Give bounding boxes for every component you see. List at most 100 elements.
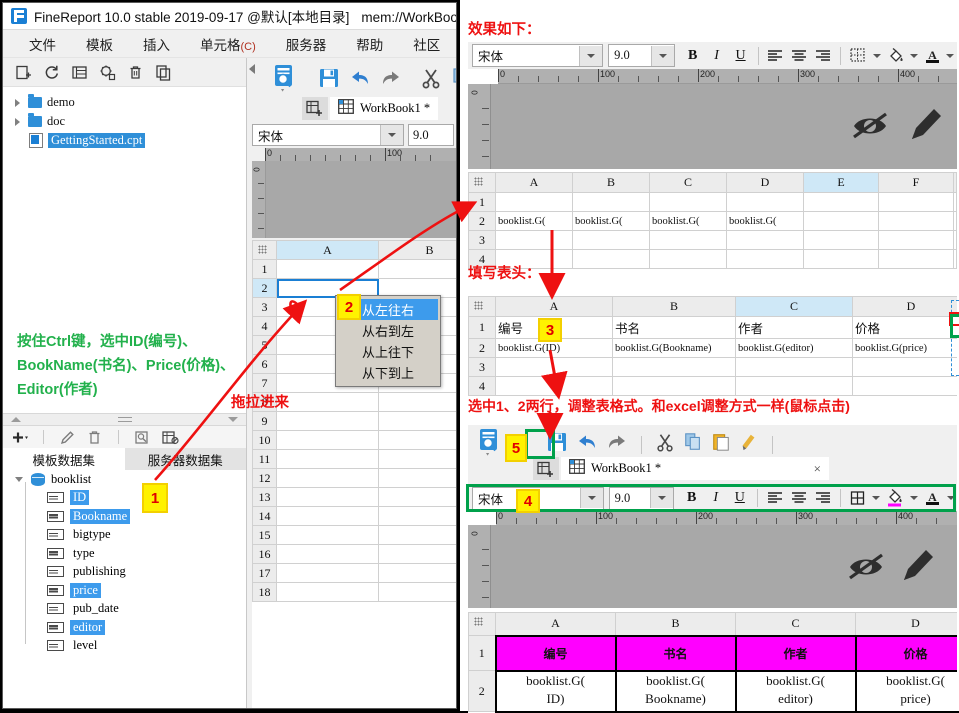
table-row[interactable]: 12 — [252, 468, 456, 488]
save-icon[interactable] — [546, 431, 568, 458]
row-header[interactable]: 5 — [252, 335, 277, 355]
table-row[interactable]: 14 — [252, 506, 456, 526]
cell[interactable] — [378, 259, 456, 279]
cell[interactable]: booklist.G( ID) — [494, 669, 617, 713]
cell[interactable]: booklist.G(editor) — [735, 338, 853, 358]
font-size-select[interactable]: 9.0 — [608, 486, 674, 510]
menu-item-template[interactable]: 模板 — [86, 34, 113, 54]
cell[interactable] — [276, 487, 379, 507]
row-header[interactable]: 1 — [252, 259, 277, 279]
cell[interactable]: booklist.G( — [572, 211, 650, 231]
chevron-down-icon[interactable] — [15, 474, 25, 484]
menu-item-server[interactable]: 服务器 — [286, 34, 327, 54]
cell[interactable] — [572, 192, 650, 212]
table-row[interactable]: 13 — [252, 487, 456, 507]
column-header-b[interactable]: B — [378, 240, 456, 260]
collapse-left-icon[interactable] — [249, 64, 258, 74]
paste-icon[interactable] — [711, 431, 731, 458]
cell-header-magenta[interactable]: 作者 — [734, 634, 857, 672]
table-row[interactable]: 9 — [252, 411, 456, 431]
row-header[interactable]: 2 — [468, 338, 496, 358]
chevron-down-icon[interactable] — [649, 488, 673, 508]
row-header[interactable]: 6 — [252, 354, 277, 374]
bold-button[interactable]: B — [681, 45, 705, 67]
chevron-down-icon[interactable] — [380, 125, 403, 145]
cell[interactable] — [378, 430, 456, 450]
cell[interactable] — [276, 525, 379, 545]
cell[interactable] — [276, 468, 379, 488]
cell[interactable]: booklist.G( editor) — [734, 669, 857, 713]
new-sheet-icon[interactable] — [302, 96, 328, 120]
dataset-field-editor[interactable]: editor — [3, 618, 246, 637]
table-row[interactable]: 1 — [468, 192, 957, 212]
select-all-corner[interactable] — [468, 296, 496, 317]
cell[interactable]: booklist.G( price) — [854, 669, 957, 713]
cell[interactable] — [803, 192, 879, 212]
chevron-down-icon[interactable] — [650, 45, 674, 66]
cell[interactable]: booklist.G(Bookname) — [612, 338, 736, 358]
table-row[interactable]: 18 — [252, 582, 456, 602]
file-tree-item-demo[interactable]: demo — [3, 93, 246, 112]
column-header-c[interactable]: C — [735, 296, 853, 317]
delete-icon[interactable] — [127, 64, 144, 81]
row-header[interactable]: 2 — [468, 211, 496, 231]
settings-icon[interactable] — [99, 64, 116, 81]
spreadsheet-grid-2[interactable]: A B C D 1 编号 书名 作者 价格 2 booklist.G(ID) b… — [468, 296, 957, 396]
font-size-select[interactable]: 9.0 — [408, 124, 454, 146]
column-header-a[interactable]: A — [495, 172, 573, 193]
table-row[interactable]: 11 — [252, 449, 456, 469]
cell[interactable] — [572, 230, 650, 250]
cell[interactable]: 作者 — [735, 316, 853, 339]
table-row[interactable]: 2 booklist.G( ID) booklist.G( Bookname) … — [468, 669, 957, 713]
font-color-icon[interactable]: A — [920, 45, 944, 67]
align-center-icon[interactable] — [787, 487, 811, 509]
cell[interactable]: 书名 — [612, 316, 736, 339]
sheet-blank-area[interactable] — [266, 161, 456, 238]
chevron-down-icon[interactable] — [870, 45, 883, 67]
row-header[interactable]: 3 — [252, 297, 277, 317]
cell[interactable] — [953, 249, 957, 269]
chevron-down-icon[interactable] — [944, 487, 957, 509]
table-row[interactable]: 3 — [468, 357, 957, 377]
context-menu-item-bottom-to-top[interactable]: 从下到上 — [338, 362, 438, 383]
column-header-b[interactable]: B — [572, 172, 650, 193]
column-header-c[interactable]: C — [735, 612, 856, 636]
dataset-field-type[interactable]: type — [3, 544, 246, 563]
row-header[interactable]: 7 — [252, 373, 277, 393]
row-header[interactable]: 18 — [252, 582, 277, 602]
cell[interactable] — [953, 211, 957, 231]
cell[interactable] — [803, 249, 879, 269]
cell[interactable] — [378, 582, 456, 602]
column-header-a[interactable]: A — [495, 612, 616, 636]
font-color-icon[interactable]: A — [920, 487, 944, 509]
align-left-icon[interactable] — [763, 45, 787, 67]
dataset-field-bookname[interactable]: Bookname — [3, 507, 246, 526]
cell[interactable] — [495, 230, 573, 250]
preview-canvas-bottom[interactable]: 0 — [468, 525, 957, 608]
cell[interactable] — [378, 525, 456, 545]
save-icon[interactable] — [318, 67, 340, 89]
cell[interactable] — [378, 392, 456, 412]
cell[interactable] — [649, 230, 727, 250]
cell[interactable] — [612, 357, 736, 377]
chevron-down-icon[interactable] — [944, 45, 957, 67]
close-icon[interactable]: × — [814, 461, 821, 477]
cut-icon[interactable] — [420, 67, 442, 89]
spreadsheet-grid-1[interactable]: A B C D E F 1 2 booklist.G(booklist.G(… — [468, 172, 957, 269]
spreadsheet-grid-3[interactable]: A B C D 1 编号 书名 作者 价格 2 booklist.G( ID) — [468, 612, 957, 713]
add-icon[interactable] — [11, 429, 28, 446]
italic-button[interactable]: I — [705, 45, 729, 67]
row-header[interactable]: 10 — [252, 430, 277, 450]
dataset-field-price[interactable]: price — [3, 581, 246, 600]
cell[interactable] — [495, 376, 613, 396]
font-name-select[interactable]: 宋体 — [472, 44, 604, 67]
cell[interactable] — [378, 411, 456, 431]
dataset-root-booklist[interactable]: booklist — [3, 470, 246, 489]
border-icon[interactable] — [846, 487, 870, 509]
fill-color-icon[interactable] — [883, 487, 907, 509]
cell[interactable] — [878, 230, 954, 250]
collapse-down-icon[interactable] — [228, 417, 238, 422]
row-header[interactable]: 4 — [468, 376, 496, 396]
tab-template-dataset[interactable]: 模板数据集 — [3, 448, 125, 470]
cell[interactable] — [276, 506, 379, 526]
